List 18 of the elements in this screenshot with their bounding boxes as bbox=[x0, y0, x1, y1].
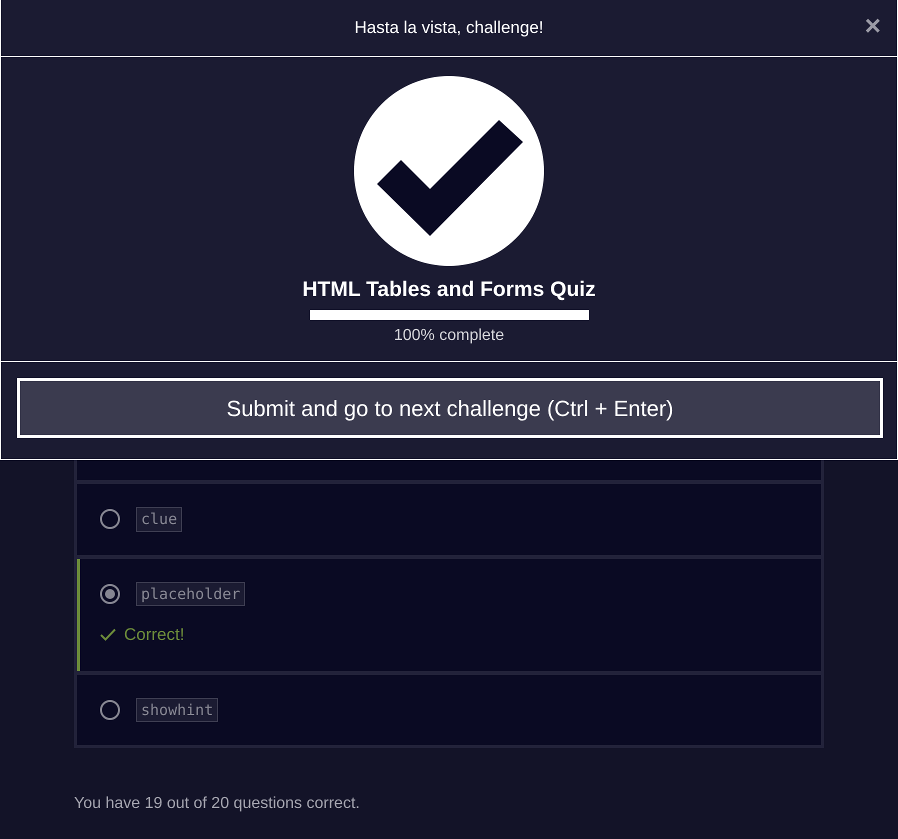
radio-button[interactable] bbox=[100, 584, 120, 604]
answer-code: placeholder bbox=[136, 582, 246, 606]
radio-button[interactable] bbox=[100, 509, 120, 530]
submit-button[interactable]: Submit and go to next challenge (Ctrl + Enter) bbox=[17, 378, 883, 438]
close-button[interactable]: × bbox=[864, 12, 881, 40]
check-circle-icon bbox=[354, 76, 544, 266]
feedback-text: Correct! bbox=[124, 624, 184, 646]
answer-option[interactable]: placeholder Correct! bbox=[77, 558, 821, 670]
quiz-title: HTML Tables and Forms Quiz bbox=[302, 277, 596, 303]
answer-option[interactable]: clue bbox=[77, 484, 821, 554]
progress-text: 100% complete bbox=[394, 326, 504, 346]
answer-code: clue bbox=[136, 507, 182, 532]
modal-title: Hasta la vista, challenge! bbox=[354, 17, 544, 40]
answer-code: showhint bbox=[136, 698, 218, 722]
answer-option[interactable]: showhint bbox=[77, 674, 821, 745]
check-icon bbox=[100, 628, 116, 642]
score-text: You have 19 out of 20 questions correct. bbox=[74, 794, 361, 814]
radio-button[interactable] bbox=[100, 700, 120, 720]
